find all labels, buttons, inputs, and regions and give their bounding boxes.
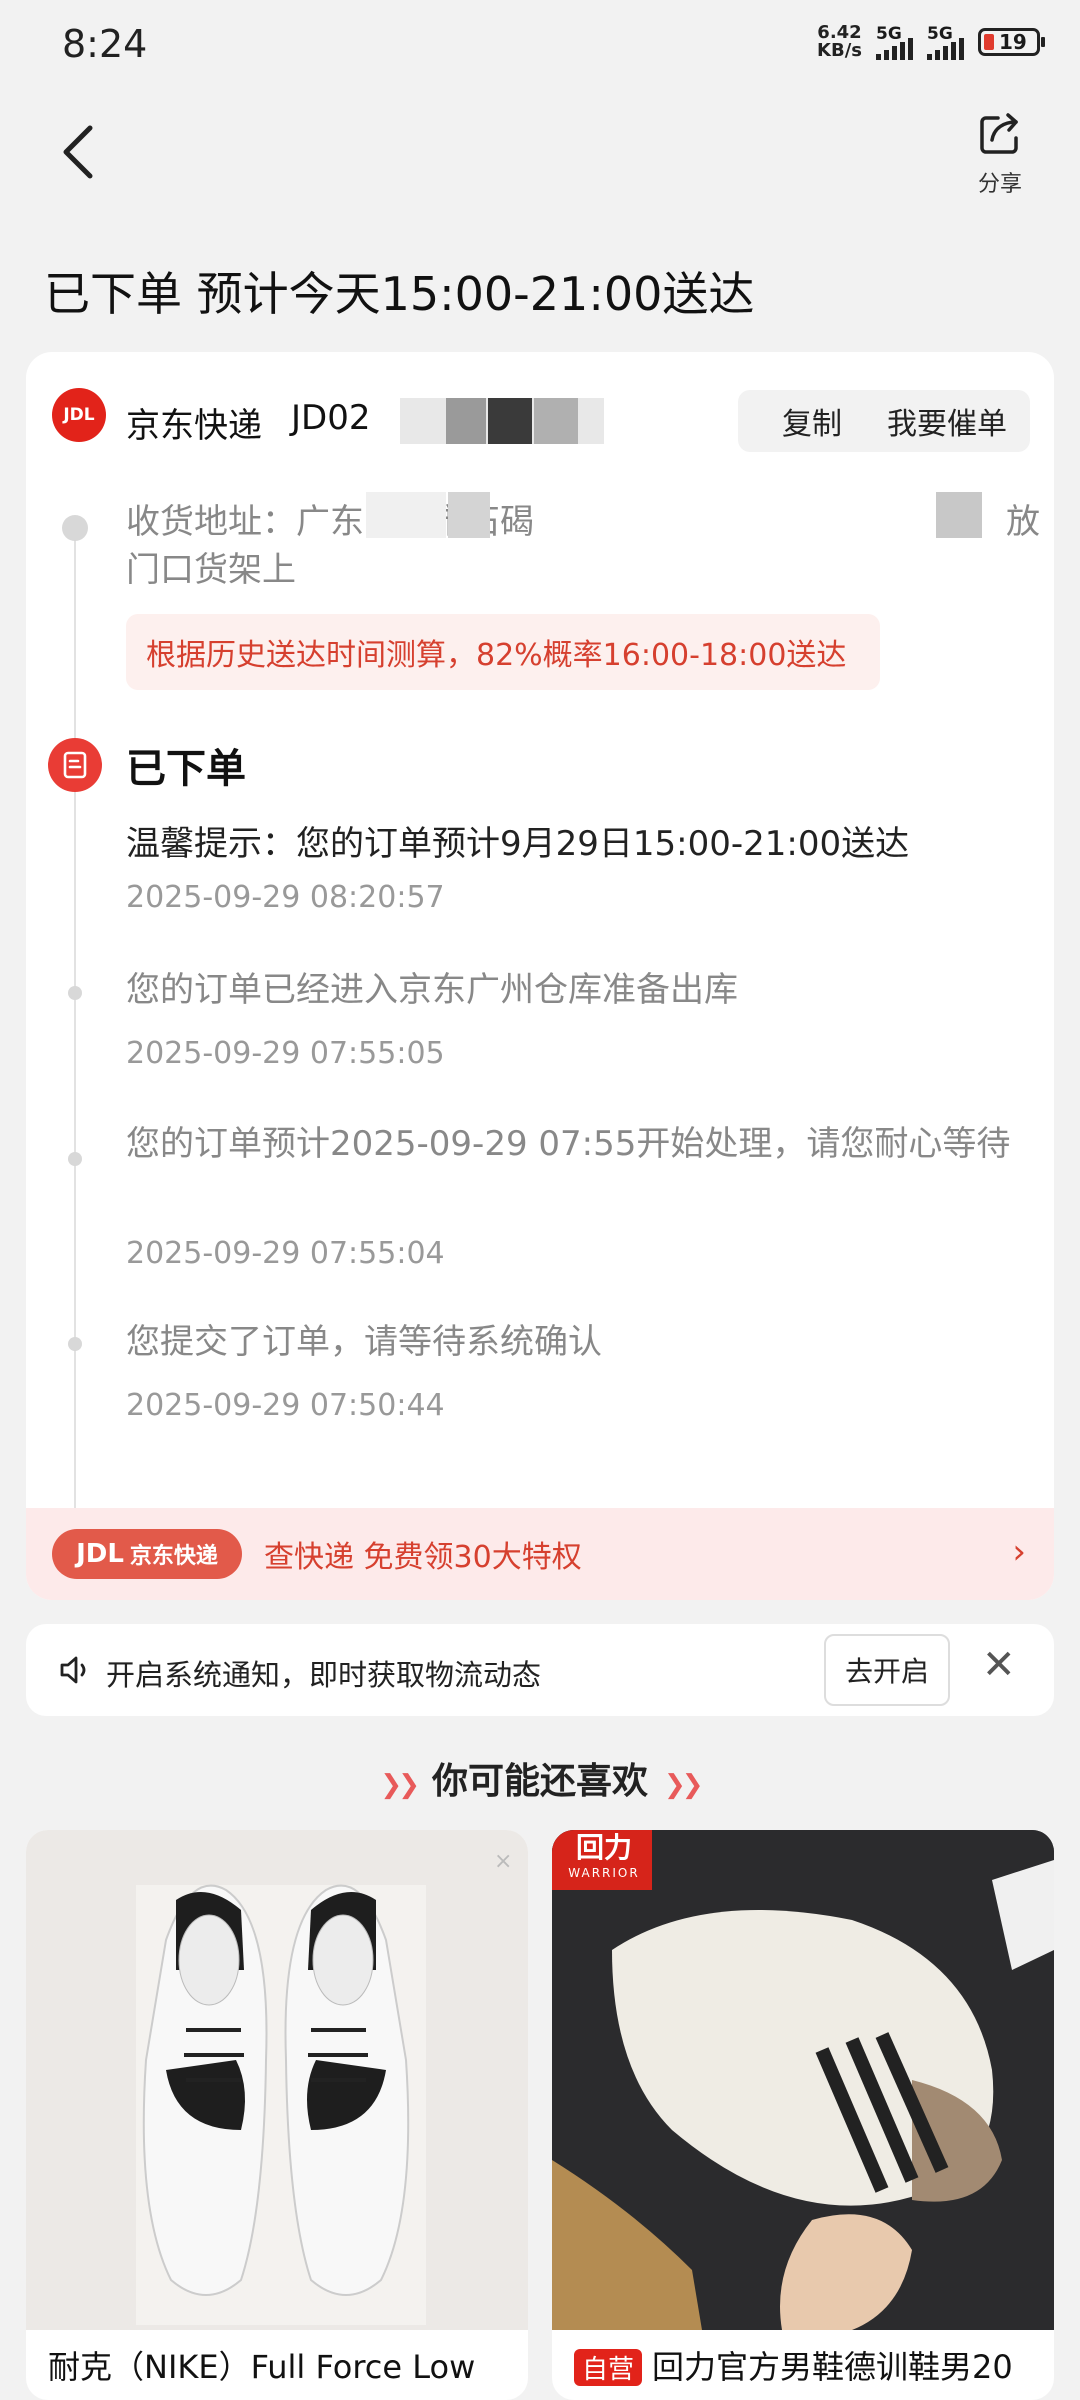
event-time: 2025-09-29 07:50:44 — [126, 1388, 445, 1423]
brand-logo-subtext: WARRIOR — [568, 1866, 640, 1880]
redacted-block — [366, 492, 446, 538]
decor-icon: ❯❯ — [380, 1770, 420, 1800]
product-title: 自营 回力官方男鞋德训鞋男20 — [574, 2342, 1013, 2388]
jdl-badge-text: 京东快递 — [129, 1544, 218, 1569]
redacted-block — [446, 398, 486, 444]
enable-notification-button[interactable]: 去开启 — [824, 1634, 950, 1706]
redacted-block — [488, 398, 532, 444]
current-status: 已下单 — [126, 746, 246, 792]
product-title-text: 回力官方男鞋德训鞋男20 — [652, 2348, 1013, 2386]
network-speed: 6.42 KB/s — [817, 24, 862, 60]
product-card[interactable]: 回力 WARRIOR 自营 回力官方男鞋德训鞋男20 — [552, 1830, 1054, 2400]
svg-text:×: × — [494, 1849, 512, 1874]
product-card[interactable]: × 耐克（NIKE）Full Force Low — [26, 1830, 528, 2400]
notification-prompt: 开启系统通知，即时获取物流动态 去开启 ✕ — [26, 1624, 1054, 1716]
chevron-left-icon — [63, 125, 93, 179]
battery-level: 19 — [999, 30, 1027, 54]
timeline-dot — [68, 1152, 82, 1166]
speaker-icon — [60, 1656, 86, 1684]
event-text: 您的订单已经进入京东广州仓库准备出库 — [126, 970, 738, 1010]
express-promo-banner[interactable]: JDL 京东快递 查快递 免费领30大特权 › — [26, 1508, 1054, 1600]
signal-label: 5G — [876, 24, 902, 44]
urge-order-button[interactable]: 我要催单 — [864, 390, 1030, 452]
product-image: 回力 WARRIOR — [552, 1830, 1054, 2330]
jdl-express-badge: JDL 京东快递 — [52, 1529, 242, 1579]
share-icon — [980, 113, 1018, 154]
product-image: × — [26, 1830, 528, 2330]
recommend-title-text: 你可能还喜欢 — [431, 1761, 648, 1802]
delivery-address: 收货地址：广东东莞市石碣 放 门口货架上 — [126, 498, 1040, 594]
order-status-icon — [48, 738, 102, 792]
brand-logo: 回力 WARRIOR — [556, 1830, 652, 1890]
share-label: 分享 — [977, 172, 1022, 197]
page-title: 已下单 预计今天15:00-21:00送达 — [44, 267, 755, 321]
timeline-dot — [62, 515, 88, 541]
redacted-block — [936, 492, 982, 538]
chevron-right-icon: › — [1012, 1532, 1026, 1572]
timeline-dot — [68, 986, 82, 1000]
address-tail: 放 — [1006, 502, 1040, 542]
decor-icon: ❯❯ — [664, 1770, 704, 1800]
sneaker-image — [552, 1830, 1054, 2330]
back-button[interactable] — [58, 122, 108, 182]
share-button[interactable]: 分享 — [970, 110, 1030, 200]
warm-tip: 温馨提示：您的订单预计9月29日15:00-21:00送达 — [126, 824, 910, 864]
signal-icon: 5G — [927, 24, 964, 60]
signal-icon: 5G — [876, 24, 913, 60]
self-operated-badge: 自营 — [574, 2349, 643, 2386]
status-bar: 8:24 6.42 KB/s 5G 5G 19 — [0, 0, 1080, 90]
redacted-block — [448, 492, 490, 538]
notification-text: 开启系统通知，即时获取物流动态 — [106, 1658, 542, 1692]
timeline-dot — [68, 1337, 82, 1351]
event-text: 您的订单预计2025-09-29 07:55开始处理，请您耐心等待 — [126, 1124, 1011, 1164]
sneaker-image: × — [136, 1849, 512, 2325]
courier-name: 京东快递 — [126, 406, 262, 446]
event-time: 2025-09-29 07:55:05 — [126, 1036, 445, 1071]
promo-text: 查快递 免费领30大特权 — [264, 1540, 582, 1575]
event-time: 2025-09-29 08:20:57 — [126, 880, 445, 915]
event-time: 2025-09-29 07:55:04 — [126, 1236, 445, 1271]
jdl-badge-logo: JDL — [76, 1539, 124, 1569]
address-line2: 门口货架上 — [126, 550, 296, 590]
signal-label: 5G — [927, 24, 953, 44]
net-speed-unit: KB/s — [817, 40, 862, 61]
jdl-logo-icon: JDL — [52, 388, 106, 442]
battery-icon: 19 — [978, 28, 1045, 56]
recommend-title: ❯❯ 你可能还喜欢 ❯❯ — [0, 1752, 1080, 1804]
status-time: 8:24 — [62, 22, 148, 66]
brand-logo-text: 回力 — [575, 1831, 632, 1864]
event-text: 您提交了订单，请等待系统确认 — [126, 1322, 602, 1362]
product-title: 耐克（NIKE）Full Force Low — [48, 2348, 476, 2386]
close-icon[interactable]: ✕ — [982, 1642, 1016, 1688]
redacted-block — [534, 398, 578, 444]
tracking-card: JDL 京东快递 JD02 复制 我要催单 收货地址：广东东莞市石碣 放 门口货… — [26, 352, 1054, 1600]
status-indicators: 6.42 KB/s 5G 5G 19 — [817, 24, 1045, 60]
delivery-estimate-tip: 根据历史送达时间测算，82%概率16:00-18:00送达 — [126, 614, 880, 690]
timeline-line — [74, 527, 76, 1600]
tracking-number: JD02 — [291, 398, 371, 438]
